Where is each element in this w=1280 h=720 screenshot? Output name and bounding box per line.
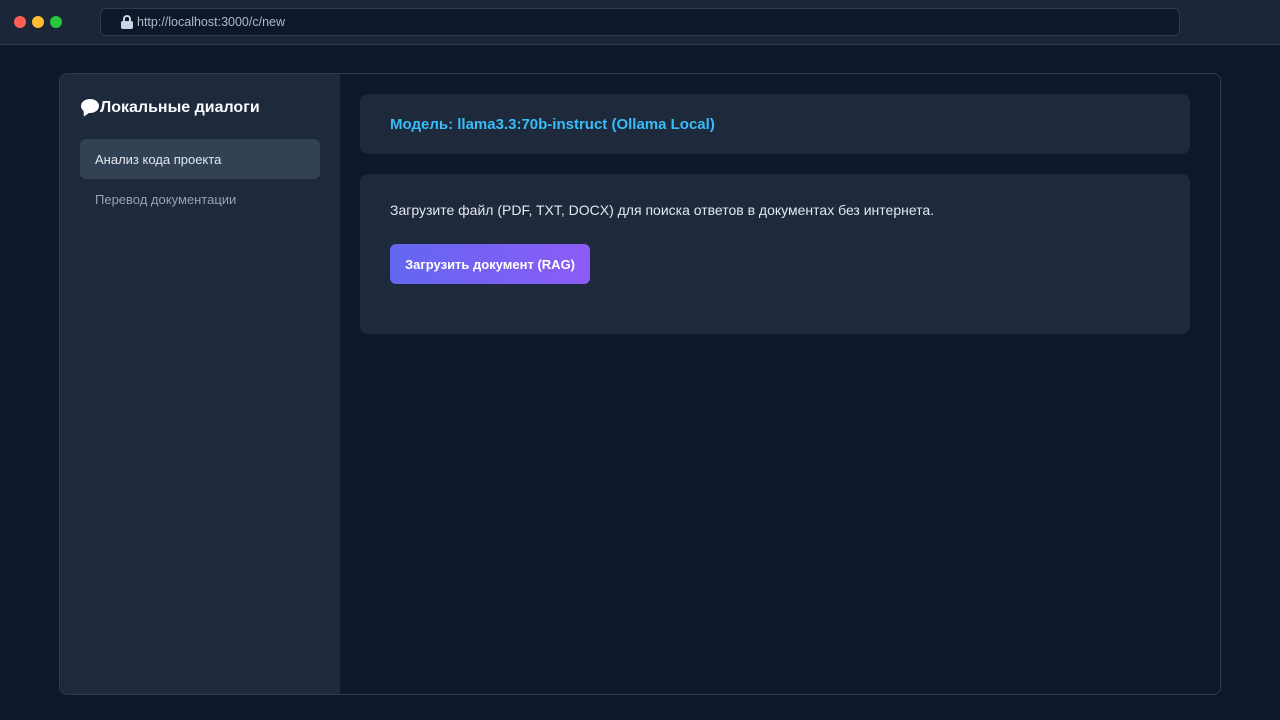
sidebar-item-label: Анализ кода проекта (95, 151, 222, 167)
sidebar-title-text: Локальные диалоги (100, 99, 260, 116)
upload-card: Загрузите файл (PDF, TXT, DOCX) для поис… (360, 174, 1190, 334)
speech-bubble-icon (80, 98, 100, 119)
minimize-window-button[interactable] (32, 16, 44, 28)
upload-document-button[interactable]: Загрузить документ (RAG) (390, 244, 590, 284)
maximize-window-button[interactable] (50, 16, 62, 28)
sidebar-item-docs-translation[interactable]: Перевод документации (80, 179, 320, 219)
sidebar-item-label: Перевод документации (95, 191, 237, 207)
model-label: Модель: llama3.3:70b-instruct (Ollama Lo… (390, 115, 715, 133)
sidebar: Локальные диалоги Анализ кода проекта Пе… (60, 74, 340, 694)
upload-description: Загрузите файл (PDF, TXT, DOCX) для поис… (390, 202, 935, 218)
sidebar-title: Локальные диалоги (80, 98, 260, 119)
close-window-button[interactable] (14, 16, 26, 28)
sidebar-item-code-analysis[interactable]: Анализ кода проекта (80, 139, 320, 179)
lock-icon (121, 15, 133, 29)
app-window: Локальные диалоги Анализ кода проекта Пе… (59, 73, 1221, 695)
model-card: Модель: llama3.3:70b-instruct (Ollama Lo… (360, 94, 1190, 154)
url-text: http://localhost:3000/c/new (137, 15, 286, 29)
browser-chrome: http://localhost:3000/c/new (0, 0, 1280, 45)
address-bar[interactable]: http://localhost:3000/c/new (100, 8, 1180, 36)
